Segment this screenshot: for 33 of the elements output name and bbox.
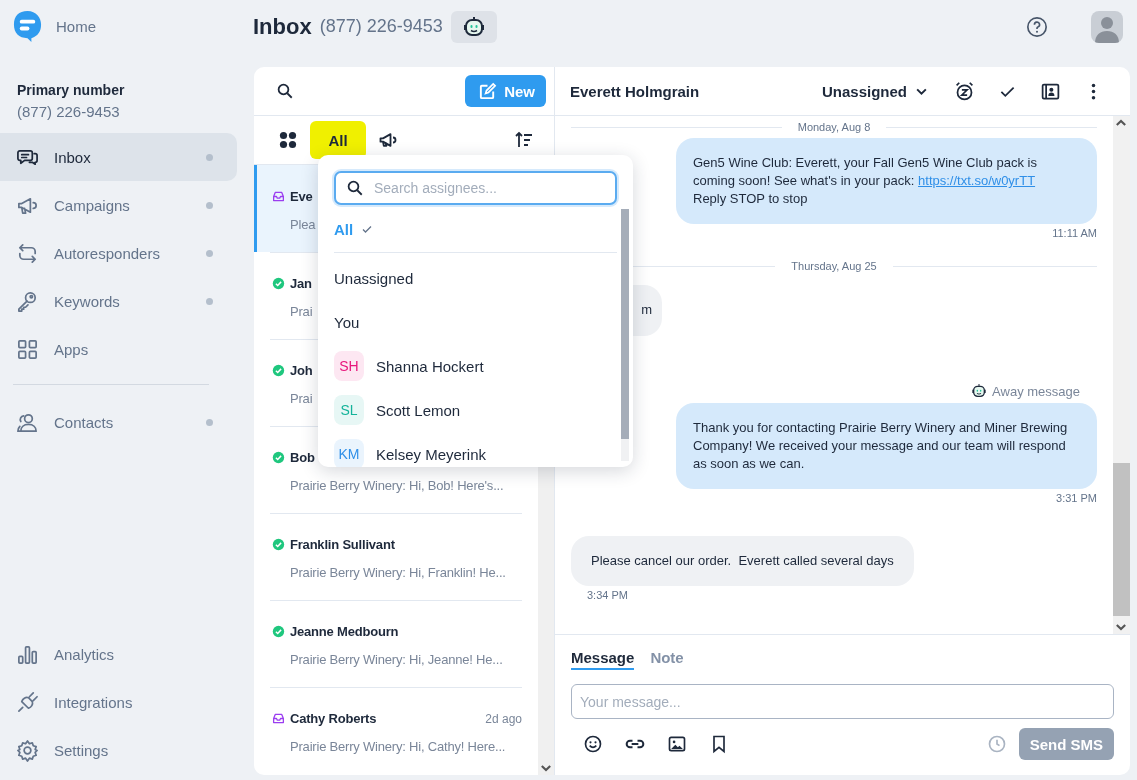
- message-preview: Plea: [290, 217, 316, 232]
- message-preview: Prai: [290, 391, 313, 406]
- avatar-initials: SL: [340, 402, 358, 418]
- message-text: Thank you for contacting Prairie Berry Winery and Miner Brewing Company! We received your message and our team will respond as soon as we can.: [693, 419, 1069, 473]
- avatar-initials: SH: [339, 358, 359, 374]
- contact-name-heading: Everett Holmgrain: [570, 82, 700, 100]
- primary-number-label: Primary number: [17, 82, 126, 98]
- contact-name: Joh: [290, 363, 313, 378]
- message-time: 3:31 PM: [1056, 492, 1097, 504]
- contact-name: Jan: [290, 276, 312, 291]
- contact-name: Eve: [290, 189, 313, 204]
- phone-number: (877) 226-9453: [319, 16, 443, 37]
- date-divider: Thursday, Aug 25: [791, 260, 877, 272]
- message-preview: Prai: [290, 304, 313, 319]
- date-divider: Monday, Aug 8: [797, 121, 871, 133]
- contact-name: Franklin Sullivant: [290, 537, 395, 552]
- page-title: Inbox: [253, 13, 312, 40]
- message-preview: Prairie Berry Winery: Hi, Cathy! Here...: [290, 739, 506, 754]
- message-text: Please cancel our order. Everett called several days: [590, 552, 895, 570]
- time-ago: 2d ago: [485, 711, 522, 726]
- primary-number: (877) 226-9453: [17, 103, 121, 120]
- contact-name: Jeanne Medbourn: [290, 624, 399, 639]
- contact-name: Cathy Roberts: [290, 711, 377, 726]
- message-preview: Prairie Berry Winery: Hi, Franklin! He...: [290, 565, 506, 580]
- message-preview: Prairie Berry Winery: Hi, Jeanne! He...: [290, 652, 503, 667]
- message-text: Gen5 Wine Club: Everett, your Fall Gen5 Wine Club pack is coming soon! See what's in your pack: https://txt.so/w0yrTT Reply STOP to stop: [693, 154, 1038, 208]
- message-text: m: [640, 301, 652, 319]
- message-time: 3:34 PM: [587, 589, 628, 601]
- avatar-initials: KM: [338, 446, 360, 462]
- contact-name: Bob: [290, 450, 315, 465]
- message-time: 11:11 AM: [1052, 227, 1097, 239]
- away-message-label: Away message: [992, 383, 1080, 399]
- message-preview: Prairie Berry Winery: Hi, Bob! Here's...: [290, 478, 504, 493]
